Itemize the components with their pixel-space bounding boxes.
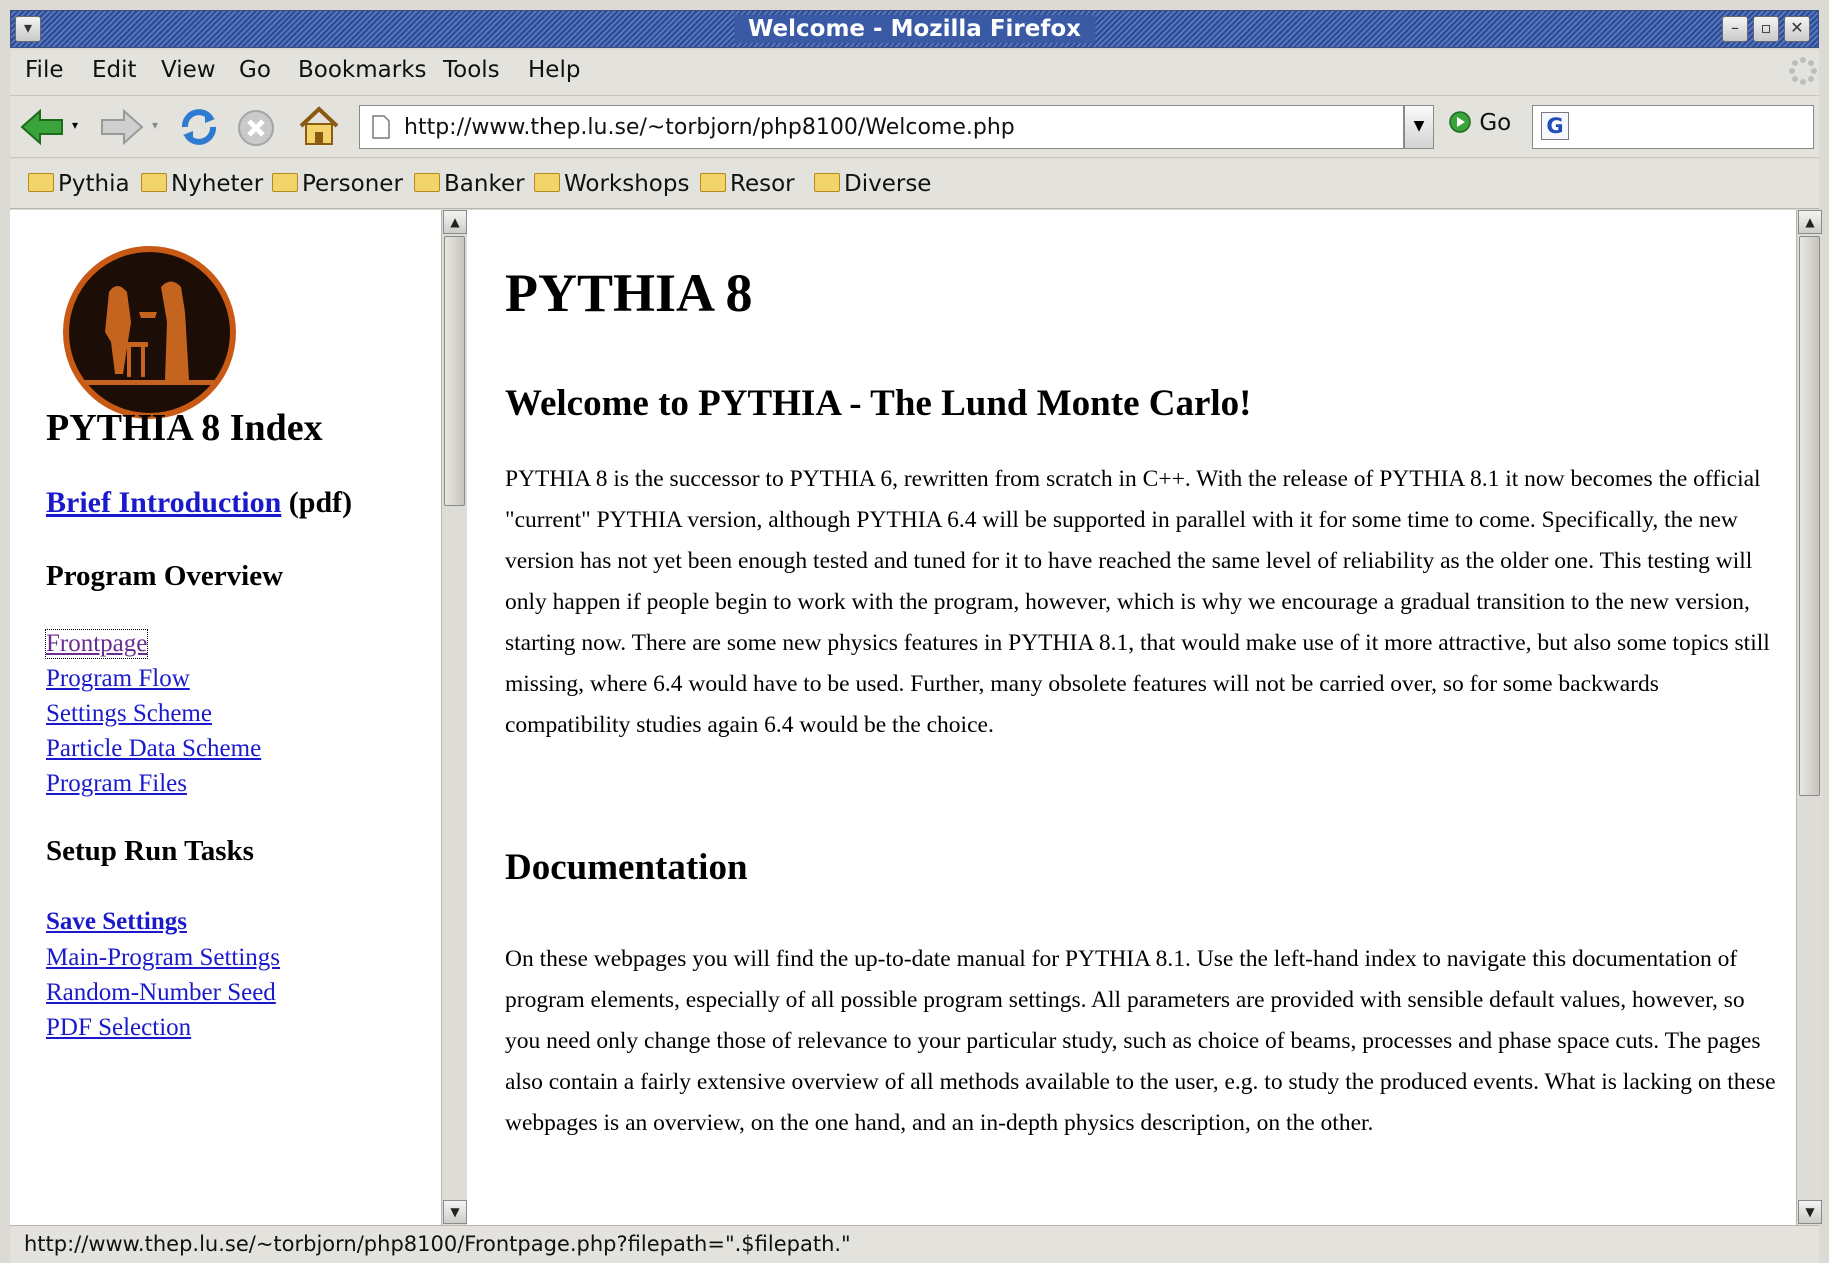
scroll-down-arrow-icon[interactable]: ▼ xyxy=(1798,1200,1822,1224)
forward-arrow-icon[interactable] xyxy=(100,108,144,146)
pythia-logo xyxy=(63,246,236,419)
brief-intro-row: Brief Introduction (pdf) xyxy=(46,486,352,520)
minimize-icon[interactable]: – xyxy=(1722,16,1748,42)
search-box[interactable]: G xyxy=(1532,105,1814,149)
go-arrow-icon xyxy=(1449,111,1471,133)
url-bar[interactable]: http://www.thep.lu.se/~torbjorn/php8100/… xyxy=(359,105,1404,149)
folder-icon xyxy=(414,173,440,192)
scrollbar-thumb[interactable] xyxy=(1799,236,1820,796)
menu-bookmarks[interactable]: Bookmarks xyxy=(298,57,427,83)
google-search-icon[interactable]: G xyxy=(1541,112,1569,140)
window-title-bar[interactable]: ▾ Welcome - Mozilla Firefox – ▫ ✕ xyxy=(10,10,1819,48)
content-frame-scrollbar[interactable]: ▲ ▼ xyxy=(1796,210,1822,1225)
reload-icon[interactable] xyxy=(177,105,221,149)
nav-link-program-flow[interactable]: Program Flow xyxy=(46,665,190,693)
nav-link-settings-scheme[interactable]: Settings Scheme xyxy=(46,700,212,728)
menu-view[interactable]: View xyxy=(161,57,216,83)
page-icon xyxy=(372,115,390,139)
nav-link-save-settings[interactable]: Save Settings xyxy=(46,908,187,936)
maximize-icon[interactable]: ▫ xyxy=(1753,16,1779,42)
menu-edit[interactable]: Edit xyxy=(92,57,137,83)
url-history-dropdown-icon[interactable]: ▼ xyxy=(1404,105,1434,149)
nav-link-main-program-settings[interactable]: Main-Program Settings xyxy=(46,944,280,972)
scroll-up-arrow-icon[interactable]: ▲ xyxy=(1798,210,1822,234)
folder-icon xyxy=(534,173,560,192)
back-arrow-icon[interactable] xyxy=(20,108,64,146)
menu-go[interactable]: Go xyxy=(239,57,271,83)
stop-icon[interactable] xyxy=(236,108,276,148)
bookmark-folder-personer[interactable]: Personer xyxy=(272,171,403,197)
nav-link-random-number-seed[interactable]: Random-Number Seed xyxy=(46,979,276,1007)
bookmark-folder-workshops[interactable]: Workshops xyxy=(534,171,689,197)
go-button[interactable]: Go xyxy=(1448,110,1511,136)
nav-link-particle-data-scheme[interactable]: Particle Data Scheme xyxy=(46,735,261,763)
url-input[interactable]: http://www.thep.lu.se/~torbjorn/php8100/… xyxy=(404,115,1015,140)
documentation-heading: Documentation xyxy=(505,847,748,888)
index-frame: PYTHIA 8 Index Brief Introduction (pdf) … xyxy=(10,210,441,1225)
scrollbar-thumb[interactable] xyxy=(444,236,465,506)
setup-run-tasks-heading: Setup Run Tasks xyxy=(46,835,254,867)
page-title: PYTHIA 8 xyxy=(505,263,753,323)
bookmark-folder-pythia[interactable]: Pythia xyxy=(28,171,130,197)
home-icon[interactable] xyxy=(296,104,342,148)
throbber-icon xyxy=(1789,57,1817,85)
bookmarks-toolbar: Pythia Nyheter Personer Banker Workshops… xyxy=(10,159,1819,209)
intro-paragraph: PYTHIA 8 is the successor to PYTHIA 6, r… xyxy=(505,466,1770,738)
welcome-heading: Welcome to PYTHIA - The Lund Monte Carlo… xyxy=(505,383,1252,424)
program-overview-heading: Program Overview xyxy=(46,560,284,592)
close-icon[interactable]: ✕ xyxy=(1784,16,1810,42)
menu-bar: File Edit View Go Bookmarks Tools Help xyxy=(10,50,1819,96)
folder-icon xyxy=(272,173,298,192)
bookmark-folder-resor[interactable]: Resor xyxy=(700,171,795,197)
window-menu-icon[interactable]: ▾ xyxy=(15,16,41,42)
status-bar: http://www.thep.lu.se/~torbjorn/php8100/… xyxy=(10,1225,1819,1263)
bookmark-folder-diverse[interactable]: Diverse xyxy=(814,171,931,197)
index-frame-scrollbar[interactable]: ▲ ▼ xyxy=(441,210,467,1225)
forward-dropdown-icon[interactable]: ▾ xyxy=(152,118,158,132)
folder-icon xyxy=(814,173,840,192)
bookmark-folder-nyheter[interactable]: Nyheter xyxy=(141,171,263,197)
documentation-paragraph: On these webpages you will find the up-t… xyxy=(505,946,1776,1136)
status-text: http://www.thep.lu.se/~torbjorn/php8100/… xyxy=(24,1232,851,1256)
index-title: PYTHIA 8 Index xyxy=(46,407,323,449)
nav-link-pdf-selection[interactable]: PDF Selection xyxy=(46,1014,191,1042)
menu-tools[interactable]: Tools xyxy=(443,57,500,83)
bookmark-folder-banker[interactable]: Banker xyxy=(414,171,525,197)
go-label: Go xyxy=(1479,110,1512,136)
back-dropdown-icon[interactable]: ▾ xyxy=(72,118,78,132)
content-frame: PYTHIA 8 Welcome to PYTHIA - The Lund Mo… xyxy=(467,210,1796,1225)
nav-link-program-files[interactable]: Program Files xyxy=(46,770,187,798)
menu-help[interactable]: Help xyxy=(528,57,580,83)
folder-icon xyxy=(28,173,54,192)
window-title: Welcome - Mozilla Firefox xyxy=(733,15,1096,43)
nav-link-frontpage[interactable]: Frontpage xyxy=(44,629,149,659)
folder-icon xyxy=(141,173,167,192)
folder-icon xyxy=(700,173,726,192)
brief-introduction-suffix: (pdf) xyxy=(288,486,353,519)
brief-introduction-link[interactable]: Brief Introduction xyxy=(46,486,281,519)
scroll-down-arrow-icon[interactable]: ▼ xyxy=(443,1200,467,1224)
menu-file[interactable]: File xyxy=(25,57,64,83)
pythia-vase-image xyxy=(79,262,219,402)
scroll-up-arrow-icon[interactable]: ▲ xyxy=(443,210,467,234)
